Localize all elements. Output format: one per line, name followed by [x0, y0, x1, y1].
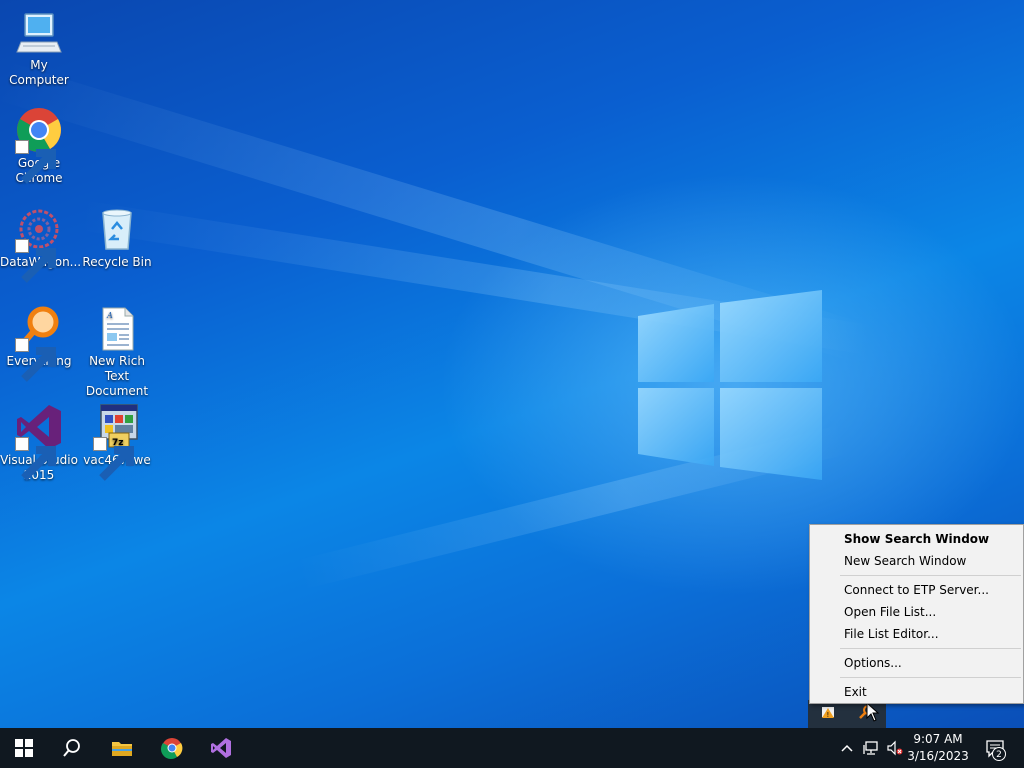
file-explorer-taskbar-button[interactable] — [98, 728, 146, 768]
taskbar: 9:07 AM 3/16/2023 — [0, 728, 1024, 768]
desktop-icon-recycle-bin[interactable]: Recycle Bin — [78, 205, 156, 270]
menu-item-show-search-window[interactable]: Show Search Window — [810, 528, 1023, 550]
taskbar-clock[interactable]: 9:07 AM 3/16/2023 — [906, 728, 970, 768]
recycle-bin-icon — [93, 205, 141, 253]
visual-studio-icon — [211, 738, 231, 758]
menu-item-options[interactable]: Options... — [810, 652, 1023, 674]
show-hidden-icons-chevron-icon — [841, 744, 853, 752]
everything-icon — [15, 304, 63, 382]
network-tray-button[interactable] — [860, 728, 882, 768]
tray-overflow-flyout: ! — [808, 700, 886, 728]
svg-text:!: ! — [827, 711, 830, 719]
desktop-icon-datawagon[interactable]: DataWagon... — [0, 205, 81, 283]
shortcut-arrow-icon — [15, 239, 56, 283]
network-icon — [863, 741, 878, 755]
menu-item-connect-to-etp-server[interactable]: Connect to ETP Server... — [810, 579, 1023, 601]
clock-time: 9:07 AM — [913, 732, 963, 746]
windows-logo-wallpaper-icon — [636, 290, 824, 480]
tray-app-warning-icon[interactable]: ! — [820, 704, 836, 720]
desktop-icon-google-chrome[interactable]: Google Chrome — [0, 106, 78, 186]
menu-separator — [840, 575, 1021, 576]
desktop-icon-label: New Rich Text Document — [85, 354, 149, 398]
chrome-icon — [161, 738, 183, 759]
menu-separator — [840, 677, 1021, 678]
menu-item-open-file-list[interactable]: Open File List... — [810, 601, 1023, 623]
desktop-icon-label: My Computer — [9, 58, 69, 87]
start-icon — [15, 739, 33, 757]
desktop-icon-my-computer[interactable]: My Computer — [0, 8, 78, 88]
desktop-icon-everything[interactable]: Everything — [0, 304, 78, 382]
shortcut-arrow-icon — [15, 140, 56, 184]
desktop-icon-label: Recycle Bin — [82, 255, 152, 269]
datawagon-icon — [15, 205, 63, 283]
desktop-icon-vac467swe[interactable]: 7z vac467swe — [78, 403, 156, 481]
start-button[interactable] — [0, 728, 48, 768]
visual-studio-taskbar-button[interactable] — [197, 728, 245, 768]
svg-text:A: A — [106, 311, 113, 320]
menu-separator — [840, 648, 1021, 649]
desktop-icon-visual-studio-2015[interactable]: Visual Studio 2015 — [0, 403, 78, 483]
desktop-icon-new-rich-text-document[interactable]: A New Rich Text Document — [78, 304, 156, 399]
file-explorer-icon — [112, 742, 132, 756]
menu-item-file-list-editor[interactable]: File List Editor... — [810, 623, 1023, 645]
notification-count-badge: 2 — [992, 747, 1006, 761]
search-icon — [63, 739, 80, 757]
chrome-taskbar-button[interactable] — [148, 728, 196, 768]
shortcut-arrow-icon — [93, 437, 134, 481]
menu-item-new-search-window[interactable]: New Search Window — [810, 550, 1023, 572]
menu-item-exit[interactable]: Exit — [810, 681, 1023, 703]
shortcut-arrow-icon — [15, 437, 56, 481]
chrome-icon — [15, 106, 63, 184]
show-hidden-icons-button[interactable] — [836, 728, 858, 768]
installer-icon: 7z — [93, 403, 141, 481]
everything-tray-context-menu: Show Search Window New Search Window Con… — [809, 524, 1024, 704]
volume-tray-button[interactable] — [884, 728, 906, 768]
search-button[interactable] — [48, 728, 96, 768]
visual-studio-icon — [15, 403, 63, 481]
computer-icon — [15, 8, 63, 56]
shortcut-arrow-icon — [15, 338, 56, 382]
rich-text-document-icon: A — [93, 304, 141, 352]
mouse-cursor-icon — [866, 701, 880, 722]
clock-date: 3/16/2023 — [907, 749, 969, 763]
volume-muted-icon — [887, 740, 903, 756]
